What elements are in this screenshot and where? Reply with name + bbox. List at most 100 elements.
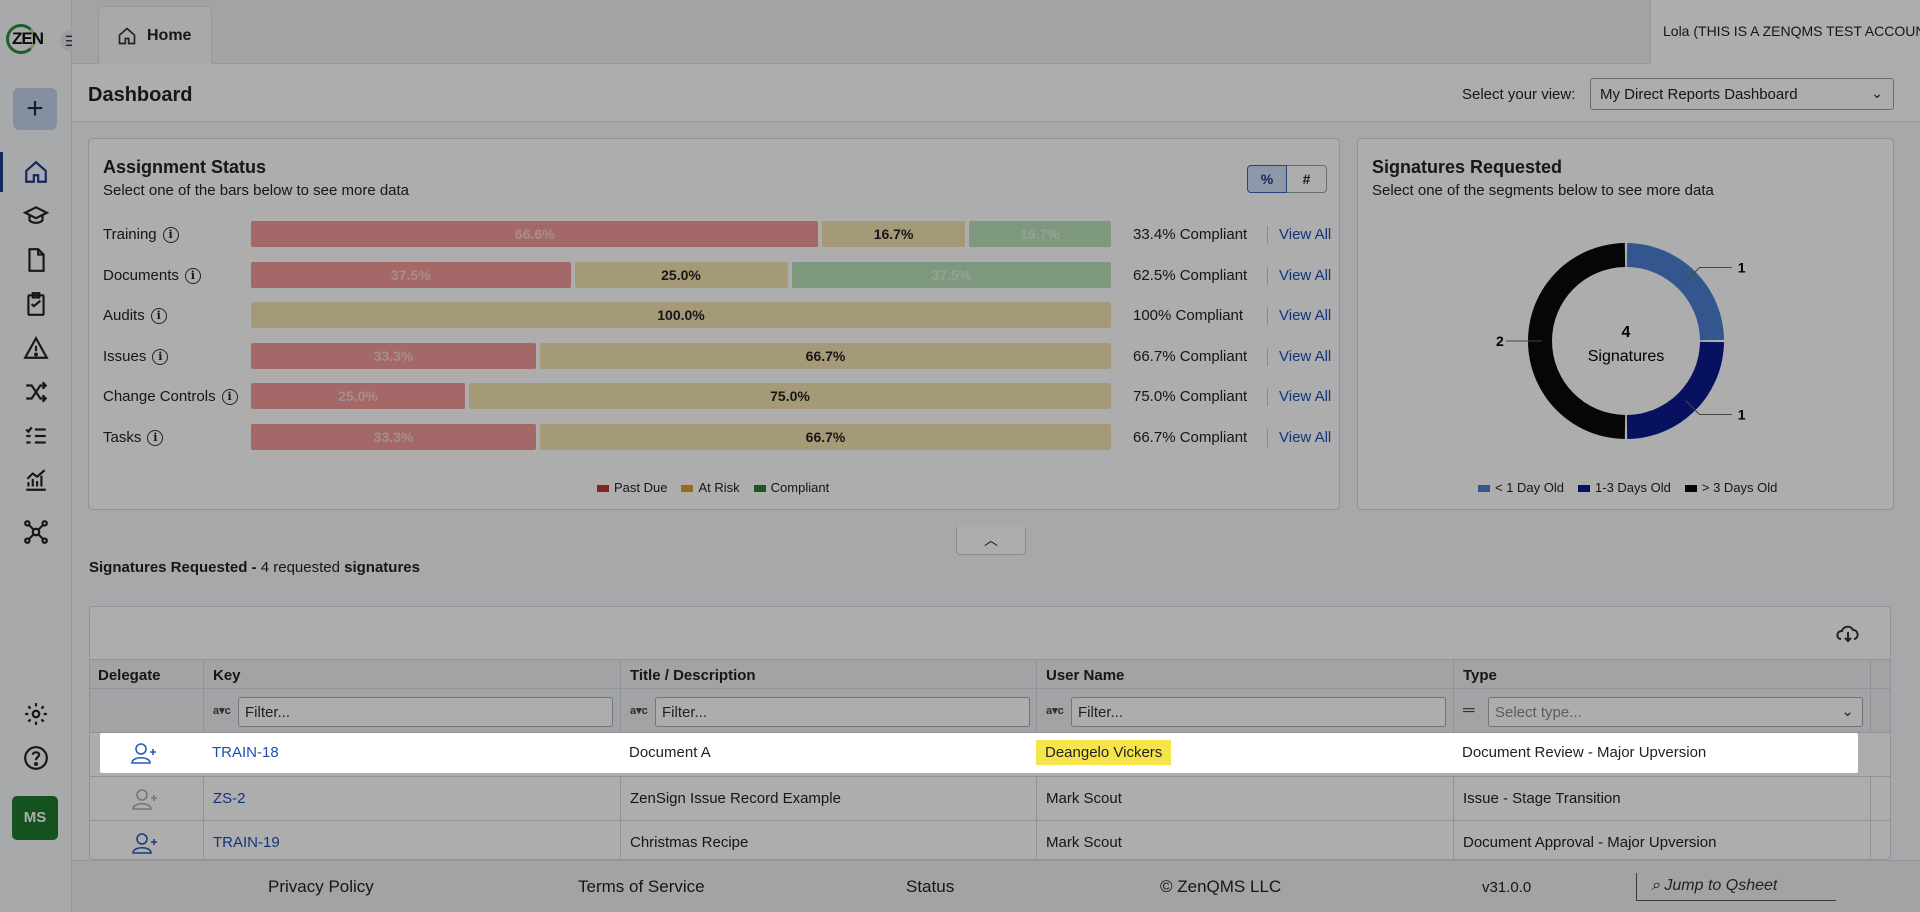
- highlighted-user-name: Deangelo Vickers: [1036, 740, 1172, 765]
- percent-toggle-button[interactable]: %: [1247, 165, 1287, 193]
- home-nav-icon[interactable]: [14, 154, 58, 190]
- documents-nav-icon[interactable]: [14, 242, 58, 278]
- row-label: Tasks i: [103, 429, 164, 446]
- row-label: Change Controls i: [103, 388, 238, 405]
- signatures-legend: < 1 Day Old 1-3 Days Old > 3 Days Old: [1478, 480, 1777, 495]
- assignment-row[interactable]: Change Controls i 25.0% 75.0% 75.0% Complian…: [89, 383, 1339, 411]
- privacy-policy-link[interactable]: Privacy Policy: [268, 877, 374, 897]
- compliant-summary: 75.0% Compliant: [1133, 388, 1248, 405]
- info-icon[interactable]: i: [184, 267, 201, 284]
- past-due-bar[interactable]: 25.0%: [251, 383, 465, 409]
- delegate-user-plus-icon[interactable]: [132, 787, 158, 811]
- at-risk-bar[interactable]: 66.7%: [540, 424, 1111, 450]
- copyright: © ZenQMS LLC: [1160, 877, 1282, 896]
- donut-center-label: Signatures: [1588, 348, 1665, 365]
- info-icon[interactable]: i: [162, 226, 179, 243]
- past-due-bar[interactable]: 33.3%: [251, 343, 537, 369]
- issues-nav-icon[interactable]: [14, 330, 58, 366]
- training-nav-icon[interactable]: [14, 198, 58, 234]
- row-key-link[interactable]: TRAIN-19: [213, 834, 280, 851]
- past-due-bar[interactable]: 33.3%: [251, 424, 537, 450]
- network-nav-icon[interactable]: [14, 514, 58, 550]
- table-row[interactable]: TRAIN-19 Christmas Recipe Mark Scout Doc…: [90, 821, 1890, 859]
- assignment-row[interactable]: Training i 66.6% 16.7% 16.7% 33.4% Compliant V…: [89, 221, 1339, 249]
- view-all-link[interactable]: View All: [1279, 429, 1331, 446]
- delegate-user-plus-icon[interactable]: [132, 831, 158, 855]
- compliant-summary: 66.7% Compliant: [1133, 429, 1248, 446]
- user-filter-input[interactable]: Filter...: [1071, 697, 1446, 727]
- past-due-bar[interactable]: 37.5%: [251, 262, 571, 288]
- status-link[interactable]: Status: [906, 877, 954, 897]
- type-filter-select[interactable]: Select type... ⌄: [1488, 697, 1863, 727]
- count-toggle-button[interactable]: #: [1287, 165, 1327, 193]
- jump-to-qsheet-input[interactable]: ⌕ Jump to Qsheet: [1636, 873, 1836, 901]
- zen-logo[interactable]: ZEN: [6, 22, 50, 56]
- at-risk-bar[interactable]: 100.0%: [251, 302, 1111, 328]
- help-icon[interactable]: [14, 740, 58, 776]
- tasks-nav-icon[interactable]: [14, 418, 58, 454]
- assignment-row[interactable]: Documents i 37.5% 25.0% 37.5% 62.5% Compliant…: [89, 262, 1339, 290]
- signatures-card: Signatures Requested Select one of the s…: [1357, 138, 1894, 510]
- assignment-legend: Past Due At Risk Compliant: [597, 480, 829, 495]
- collapse-chevron-up-icon[interactable]: ︿: [956, 527, 1026, 555]
- text-filter-icon: a▾c: [630, 705, 648, 717]
- compliant-summary: 62.5% Compliant: [1133, 267, 1248, 284]
- terms-link[interactable]: Terms of Service: [578, 877, 705, 897]
- at-risk-bar[interactable]: 75.0%: [469, 383, 1111, 409]
- assignment-row[interactable]: Audits i 100.0% 100% Compliant View All: [89, 302, 1339, 330]
- donut-segment[interactable]: [1527, 243, 1626, 439]
- change-controls-nav-icon[interactable]: [14, 374, 58, 410]
- key-filter-input[interactable]: Filter...: [238, 697, 613, 727]
- table-header: Delegate Key Title / Description User Na…: [90, 659, 1890, 689]
- avatar[interactable]: MS: [12, 796, 58, 840]
- view-select-label: Select your view:: [1462, 86, 1576, 103]
- title-filter-input[interactable]: Filter...: [655, 697, 1030, 727]
- delegate-user-plus-icon[interactable]: [131, 741, 157, 765]
- compliant-bar[interactable]: 37.5%: [791, 262, 1111, 288]
- cloud-download-icon[interactable]: [1834, 621, 1862, 645]
- audits-nav-icon[interactable]: [14, 286, 58, 322]
- page-title: Dashboard: [88, 84, 193, 106]
- compliant-summary: 66.7% Compliant: [1133, 348, 1248, 365]
- past-due-bar[interactable]: 66.6%: [251, 221, 819, 247]
- assignment-row[interactable]: Issues i 33.3% 66.7% 66.7% Compliant View All: [89, 343, 1339, 371]
- search-icon: ⌕: [1651, 877, 1665, 894]
- assignment-status-card: Assignment Status Select one of the bars…: [88, 138, 1340, 510]
- assignment-subtitle: Select one of the bars below to see more…: [103, 182, 410, 199]
- assignment-row[interactable]: Tasks i 33.3% 66.7% 66.7% Compliant View All: [89, 424, 1339, 452]
- tab-home[interactable]: Home: [98, 6, 212, 64]
- equals-filter-icon: ═: [1463, 702, 1475, 719]
- table-row[interactable]: ZS-2 ZenSign Issue Record Example Mark S…: [90, 777, 1890, 821]
- text-filter-icon: a▾c: [1046, 705, 1064, 717]
- sidebar: ZEN + MS: [0, 0, 72, 912]
- view-all-link[interactable]: View All: [1279, 388, 1331, 405]
- settings-gear-icon[interactable]: [14, 696, 58, 732]
- segment-value-label: 2: [1496, 333, 1504, 349]
- account-name[interactable]: Lola (THIS IS A ZENQMS TEST ACCOUNT): [1650, 0, 1920, 64]
- info-icon[interactable]: i: [150, 307, 167, 324]
- view-all-link[interactable]: View All: [1279, 307, 1331, 324]
- signatures-title: Signatures Requested: [1372, 157, 1563, 177]
- at-risk-bar[interactable]: 25.0%: [574, 262, 788, 288]
- view-select[interactable]: My Direct Reports Dashboard ⌄: [1590, 78, 1894, 110]
- at-risk-bar[interactable]: 16.7%: [822, 221, 965, 247]
- chevron-down-icon: ⌄: [1871, 85, 1883, 101]
- compliant-summary: 100% Compliant: [1133, 307, 1244, 324]
- reports-nav-icon[interactable]: [14, 462, 58, 498]
- row-label: Issues i: [103, 348, 169, 365]
- row-key-link[interactable]: ZS-2: [213, 790, 246, 807]
- donut-segment[interactable]: [1626, 243, 1724, 341]
- info-icon[interactable]: i: [152, 348, 169, 365]
- at-risk-bar[interactable]: 66.7%: [540, 343, 1111, 369]
- signatures-donut[interactable]: 1 1 2 4 Signatures: [1358, 211, 1895, 461]
- compliant-bar[interactable]: 16.7%: [968, 221, 1111, 247]
- view-all-link[interactable]: View All: [1279, 267, 1331, 284]
- add-new-button[interactable]: +: [13, 88, 57, 130]
- footer: Privacy Policy Terms of Service Status ©…: [72, 860, 1920, 912]
- view-all-link[interactable]: View All: [1279, 348, 1331, 365]
- info-icon[interactable]: i: [221, 388, 238, 405]
- view-all-link[interactable]: View All: [1279, 226, 1331, 243]
- row-key-link[interactable]: TRAIN-18: [212, 744, 279, 761]
- info-icon[interactable]: i: [147, 429, 164, 446]
- highlighted-table-row[interactable]: TRAIN-18 Document A Deangelo Vickers Doc…: [100, 733, 1858, 773]
